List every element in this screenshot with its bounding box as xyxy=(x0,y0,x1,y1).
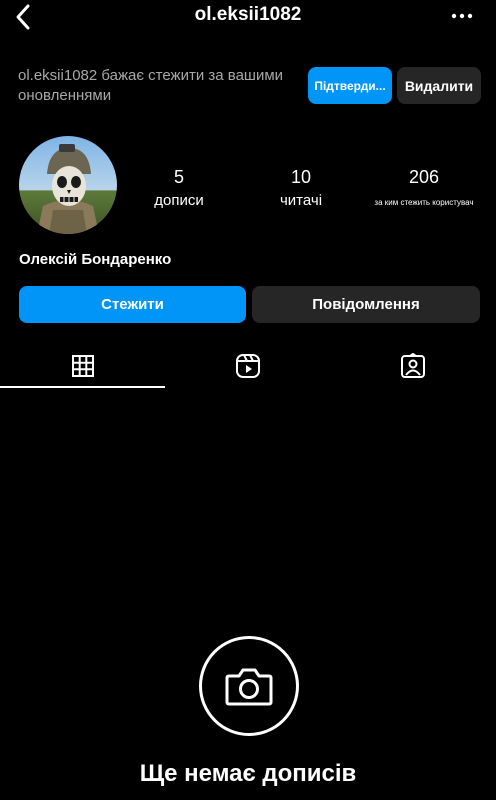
stat-following[interactable]: 206 за ким стежить користувач xyxy=(364,167,484,213)
delete-request-button[interactable]: Видалити xyxy=(397,67,481,104)
tagged-icon xyxy=(400,353,425,378)
tab-posts-grid[interactable] xyxy=(0,346,165,386)
avatar[interactable] xyxy=(19,136,117,234)
grid-icon xyxy=(71,355,94,377)
profile-photo xyxy=(19,136,117,234)
stat-following-label: за ким стежить користувач xyxy=(374,198,474,207)
follow-request-text: ol.eksii1082 бажає стежити за вашими оно… xyxy=(18,67,284,104)
follow-button[interactable]: Стежити xyxy=(19,286,246,323)
stat-posts-label: дописи xyxy=(154,192,204,209)
profile-full-name: Олексій Бондаренко xyxy=(19,251,172,268)
stat-posts: 5 дописи xyxy=(140,167,218,211)
stat-followers-value: 10 xyxy=(290,167,312,187)
active-tab-indicator xyxy=(0,386,165,388)
more-horizontal-icon[interactable] xyxy=(450,8,474,24)
profile-username-title: ol.eksii1082 xyxy=(194,4,302,25)
stat-posts-value: 5 xyxy=(173,167,184,187)
empty-state-camera xyxy=(199,636,299,736)
reels-icon xyxy=(235,354,260,378)
empty-state-title: Ще немає дописів xyxy=(139,760,357,787)
stat-followers[interactable]: 10 читачі xyxy=(262,167,340,211)
tab-reels[interactable] xyxy=(165,346,330,386)
stat-followers-label: читачі xyxy=(279,192,323,209)
message-button[interactable]: Повідомлення xyxy=(252,286,480,323)
confirm-request-button[interactable]: Підтверди... xyxy=(308,67,392,104)
camera-icon xyxy=(225,668,273,706)
stat-following-value: 206 xyxy=(408,167,440,187)
tab-tagged[interactable] xyxy=(330,346,495,386)
